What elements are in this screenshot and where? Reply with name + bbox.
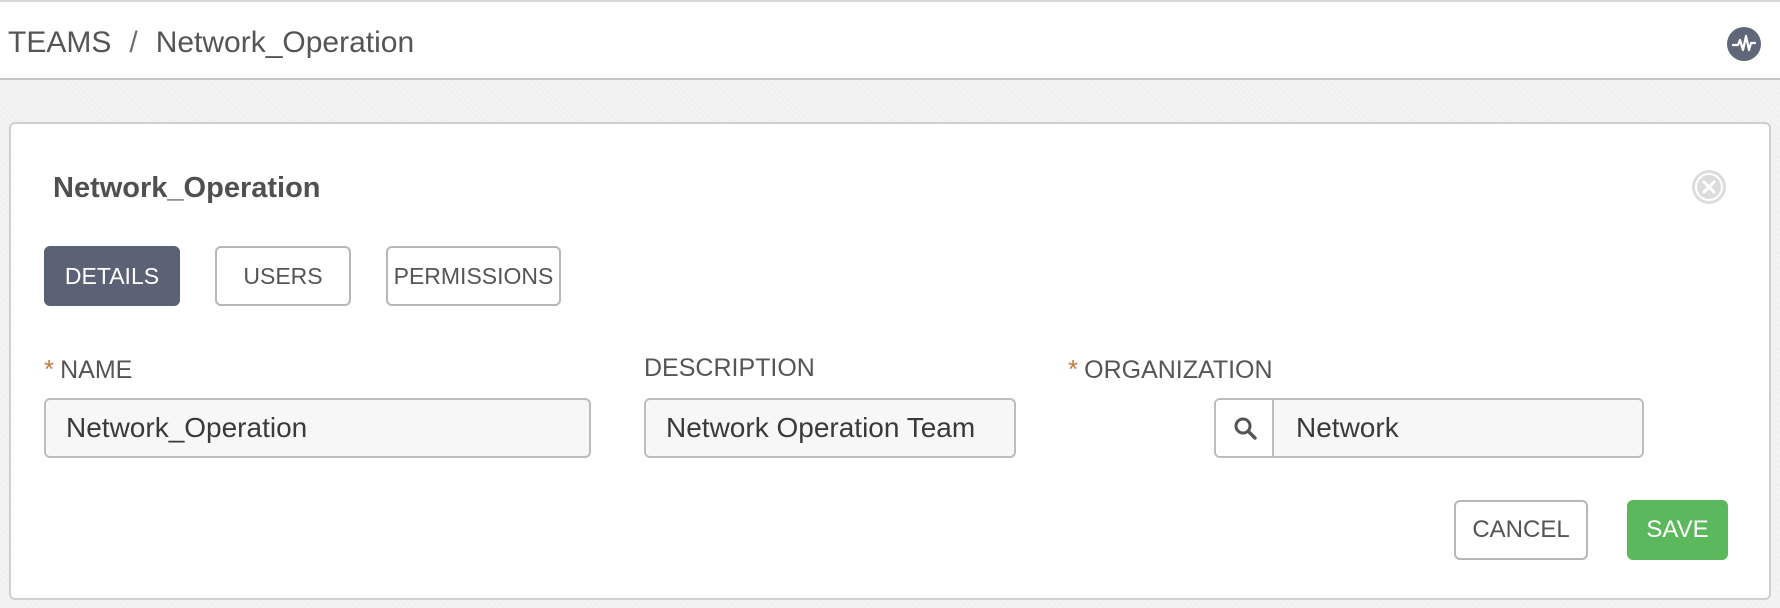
search-icon[interactable] bbox=[1216, 400, 1274, 456]
breadcrumb: TEAMS / Network_Operation bbox=[8, 26, 414, 60]
organization-field[interactable] bbox=[1274, 400, 1642, 456]
save-button[interactable]: SAVE bbox=[1627, 500, 1728, 560]
breadcrumb-teams-link[interactable]: TEAMS bbox=[8, 26, 111, 59]
activity-stream-icon[interactable] bbox=[1727, 27, 1761, 61]
organization-lookup bbox=[1214, 398, 1644, 458]
required-marker: * bbox=[44, 354, 55, 384]
close-icon[interactable] bbox=[1692, 170, 1726, 204]
cancel-button[interactable]: CANCEL bbox=[1454, 500, 1588, 560]
breadcrumb-separator: / bbox=[129, 26, 138, 59]
required-marker: * bbox=[1068, 354, 1079, 384]
tab-details[interactable]: DETAILS bbox=[44, 246, 180, 306]
tab-permissions[interactable]: PERMISSIONS bbox=[386, 246, 561, 306]
organization-label: * ORGANIZATION bbox=[1068, 354, 1273, 384]
team-edit-panel: Network_Operation DETAILS USERS PERMISSI… bbox=[9, 122, 1771, 600]
breadcrumb-current: Network_Operation bbox=[155, 26, 415, 59]
description-field[interactable] bbox=[644, 398, 1016, 458]
name-label: * NAME bbox=[44, 354, 133, 384]
name-field[interactable] bbox=[44, 398, 591, 458]
top-bar: TEAMS / Network_Operation bbox=[0, 0, 1780, 80]
description-label: DESCRIPTION bbox=[644, 354, 815, 382]
panel-title: Network_Operation bbox=[53, 172, 321, 204]
tab-users[interactable]: USERS bbox=[215, 246, 351, 306]
